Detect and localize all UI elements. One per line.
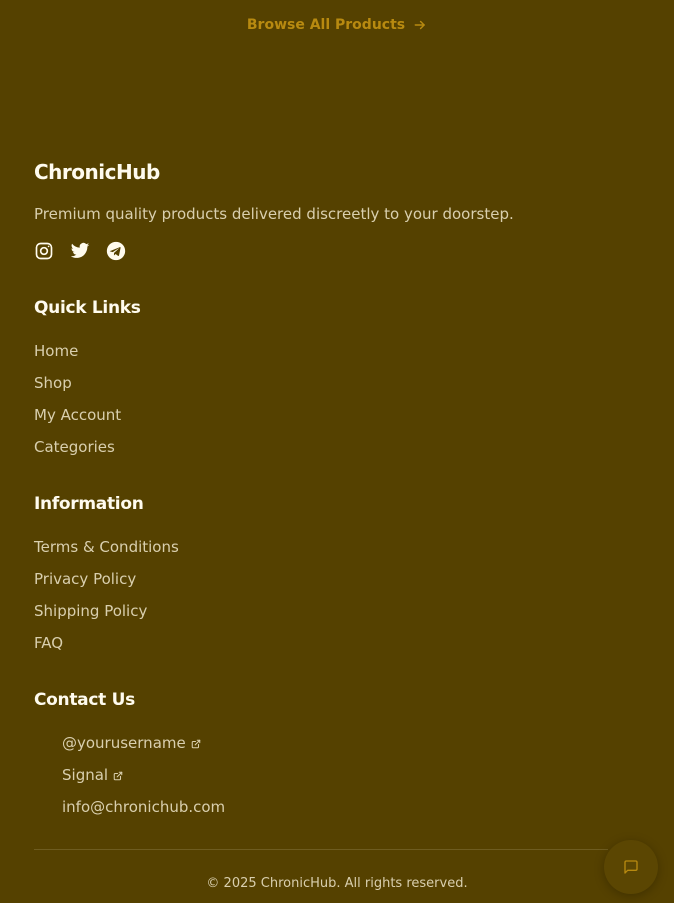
chat-icon [624,860,638,874]
telegram-link[interactable] [106,241,126,261]
contact-link-username[interactable]: @yourusername [34,733,225,765]
contact-signal-label: Signal [62,766,109,784]
twitter-icon [70,242,90,258]
browse-all-products-link[interactable]: Browse All Products [0,17,674,33]
contact-email-label: info@chronichub.com [62,798,226,816]
brand-title: ChronicHub [34,160,160,184]
footer-divider [34,849,608,850]
contact-list: @yourusername Signal info@chronichub.com [34,733,225,829]
twitter-link[interactable] [70,241,90,261]
quick-links-list: Home Shop My Account Categories [34,341,121,469]
external-link-icon [113,771,123,781]
quick-links-title: Quick Links [34,298,141,318]
contact-link-signal[interactable]: Signal [34,765,225,797]
footer-link-privacy-policy[interactable]: Privacy Policy [34,569,179,601]
footer-link-faq[interactable]: FAQ [34,633,179,665]
instagram-icon [35,242,53,260]
instagram-link[interactable] [34,241,54,261]
browse-all-products-label: Browse All Products [246,17,406,33]
external-link-icon [191,739,201,749]
arrow-right-icon [414,20,425,30]
footer-link-shipping-policy[interactable]: Shipping Policy [34,601,179,633]
footer-link-home[interactable]: Home [34,341,121,373]
footer-link-terms[interactable]: Terms & Conditions [34,537,179,569]
copyright-text: © 2025 ChronicHub. All rights reserved. [206,876,468,891]
footer-link-my-account[interactable]: My Account [34,405,121,437]
contact-us-title: Contact Us [34,690,135,710]
brand-tagline: Premium quality products delivered discr… [34,205,514,223]
information-list: Terms & Conditions Privacy Policy Shippi… [34,537,179,665]
telegram-icon [106,241,126,261]
footer-link-shop[interactable]: Shop [34,373,121,405]
information-title: Information [34,494,144,514]
chat-button[interactable] [604,840,658,894]
contact-username-label: @yourusername [62,734,186,752]
footer-link-categories[interactable]: Categories [34,437,121,469]
contact-link-email[interactable]: info@chronichub.com [34,797,225,829]
social-links [34,241,126,261]
